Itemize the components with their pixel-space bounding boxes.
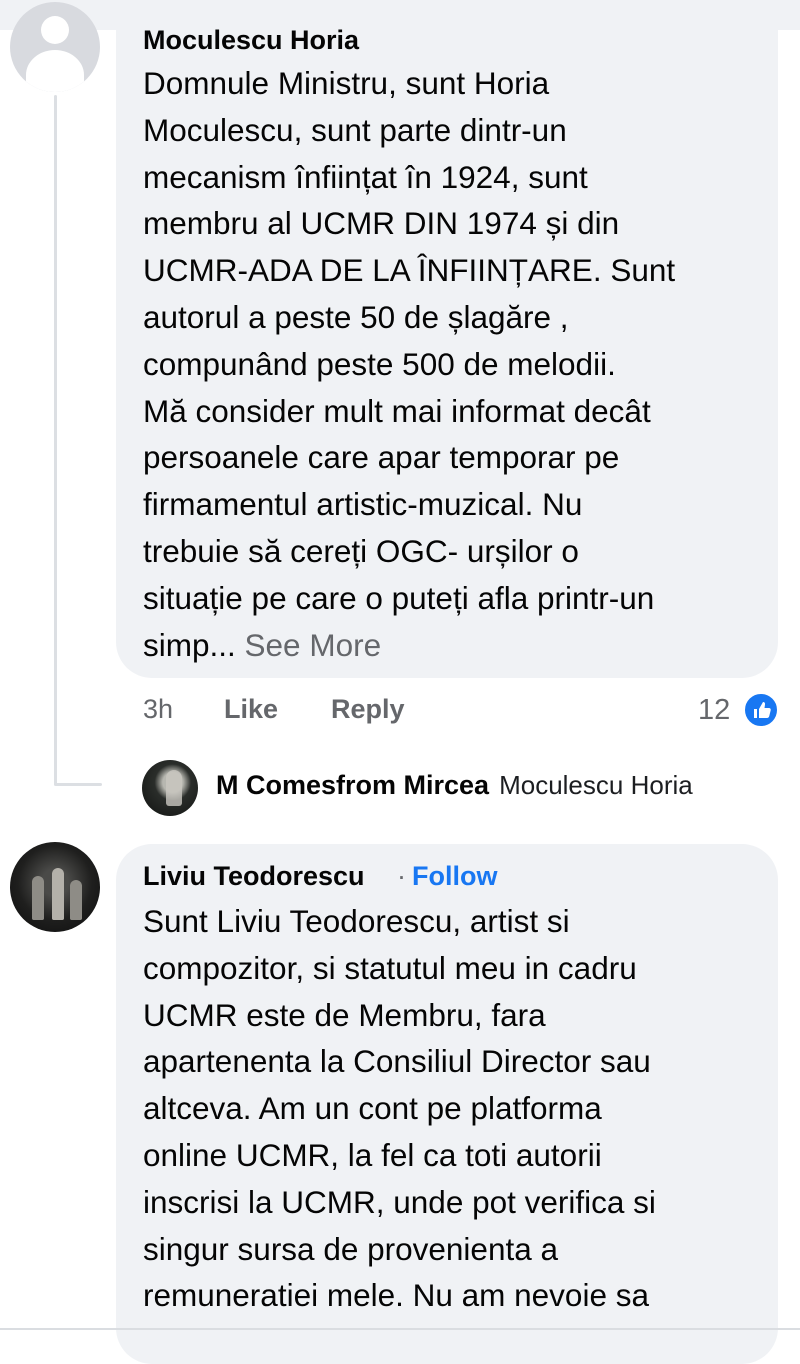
comment-line: singur sursa de provenienta a [143, 1230, 559, 1267]
comment-line: altceva. Am un cont pe platforma [143, 1090, 602, 1127]
comment-line: online UCMR, la fel ca toti autorii [143, 1136, 602, 1173]
reply-mention: Moculescu Horia [499, 770, 693, 800]
reaction-count[interactable]: 12 [698, 694, 730, 727]
comment-last-line: simp... See More [143, 622, 773, 669]
comment-line: persoanele care apar temporar pe [143, 439, 620, 476]
thread-connector-line [54, 95, 57, 785]
thumbs-up-icon[interactable] [743, 692, 779, 728]
reply-preview[interactable]: M Comesfrom Mircea Moculescu Horia [216, 770, 693, 801]
comment-line: Mă consider mult mai informat decât [143, 392, 651, 429]
comment-line: apartenenta la Consiliul Director sau [143, 1043, 651, 1080]
follow-label[interactable]: Follow [412, 861, 497, 891]
comment-line: inscrisi la UCMR, unde pot verifica si [143, 1183, 656, 1220]
liviu-avatar[interactable] [10, 842, 100, 932]
comment-line: UCMR-ADA DE LA ÎNFIINȚARE. Sunt [143, 252, 676, 289]
comment-line: situație pe care o puteți afla printr-un [143, 579, 655, 616]
comment-line: Domnule Ministru, sunt Horia [143, 65, 550, 101]
truncated-text: simp... [143, 626, 236, 663]
comment-line: trebuie să cereți OGC- urșilor o [143, 532, 579, 569]
comment-text: Domnule Ministru, sunt Horia Moculescu, … [143, 60, 773, 668]
comment-line: Moculescu, sunt parte dintr-un [143, 111, 567, 148]
comment-line: compunând peste 500 de melodii. [143, 345, 616, 382]
comment-author-name[interactable]: Liviu Teodorescu [143, 861, 365, 892]
see-more-link[interactable]: See More [245, 627, 382, 663]
comment-line: UCMR este de Membru, fara [143, 996, 546, 1033]
follow-button[interactable]: · Follow [397, 861, 497, 892]
comment-line: mecanism înființat în 1924, sunt [143, 158, 588, 195]
reply-author-name[interactable]: M Comesfrom Mircea [216, 770, 489, 800]
comment-text: Sunt Liviu Teodorescu, artist si compozi… [143, 898, 773, 1319]
comment-line: membru al UCMR DIN 1974 și din [143, 205, 620, 242]
comment-timestamp[interactable]: 3h [143, 694, 173, 725]
comment-line: autorul a peste 50 de șlagăre , [143, 298, 569, 335]
reply-button[interactable]: Reply [331, 694, 405, 725]
separator-dot: · [397, 861, 406, 891]
default-user-avatar-icon[interactable] [10, 2, 100, 92]
like-button[interactable]: Like [224, 694, 278, 725]
comment-line: firmamentul artistic-muzical. Nu [143, 486, 583, 523]
comment-author-name[interactable]: Moculescu Horia [143, 25, 359, 56]
comment-line: Sunt Liviu Teodorescu, artist si [143, 903, 570, 939]
thread-connector-elbow [54, 783, 102, 786]
comment-line: compozitor, si statutul meu in cadru [143, 949, 637, 986]
reply-user-avatar[interactable] [142, 760, 198, 816]
comment-line: remuneratiei mele. Nu am nevoie sa [143, 1277, 649, 1314]
